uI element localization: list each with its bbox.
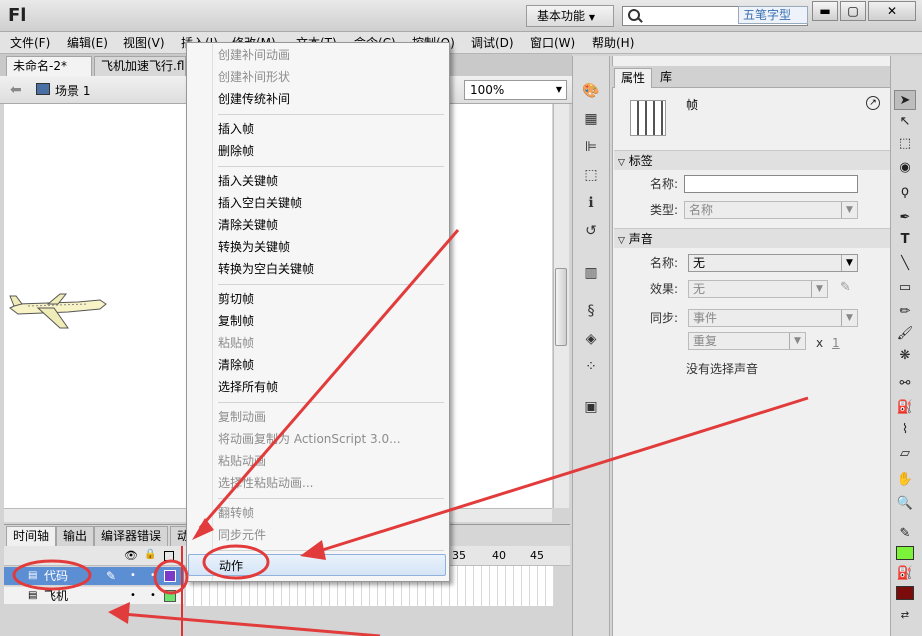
annotation-arrow-1	[198, 229, 460, 529]
annotation-arrowhead-2	[300, 540, 326, 560]
annotation-circle-actions	[202, 544, 270, 580]
tutorial-annotations	[12, 229, 809, 636]
annotation-arrowhead-3	[108, 602, 130, 624]
annotation-circle-layer	[12, 559, 92, 591]
annotation-arrowhead-1	[192, 518, 214, 540]
annotation-arrow-3	[121, 612, 381, 636]
annotation-circle-keyframe	[153, 559, 189, 595]
annotation-arrow-2	[315, 396, 809, 554]
